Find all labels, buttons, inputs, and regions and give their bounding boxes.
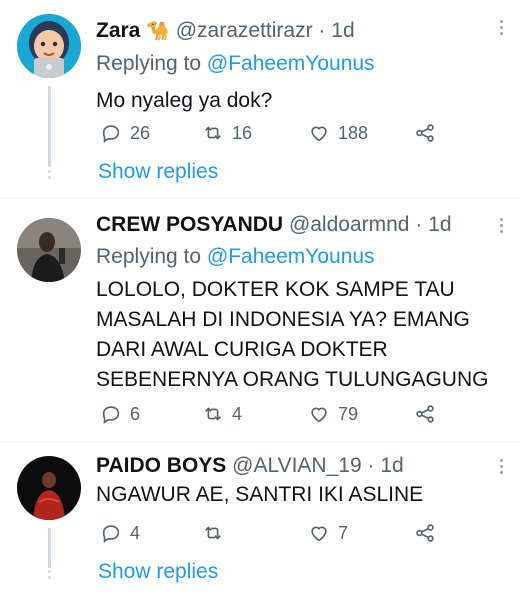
tweet-text: Mo nyaleg ya dok?: [96, 86, 496, 116]
retweet-button[interactable]: 4: [202, 399, 242, 429]
thread-line: [48, 86, 51, 166]
tweet-crew-posyandu[interactable]: CREW POSYANDU @aldoarmnd · 1d Replying t…: [0, 199, 520, 439]
tweet-header: Zara 🐪 @zarazettirazr · 1d: [96, 18, 355, 45]
share-icon: [416, 405, 434, 423]
share-icon: [416, 124, 434, 142]
reply-button[interactable]: 4: [100, 518, 140, 548]
avatar[interactable]: [17, 14, 81, 78]
retweet-button[interactable]: 16: [202, 118, 252, 148]
timestamp[interactable]: 1d: [428, 213, 451, 236]
replying-prefix: Replying to: [96, 245, 202, 268]
reply-button[interactable]: 26: [100, 118, 150, 148]
tweet-zara[interactable]: Zara 🐪 @zarazettirazr · 1d Replying to @…: [0, 0, 520, 196]
tweet-text-line: MASALAH DI INDONESIA YA? EMANG: [96, 308, 470, 331]
replying-to: Replying to @FaheemYounus: [96, 50, 375, 78]
replying-to-handle[interactable]: @FaheemYounus: [207, 52, 375, 75]
tweet-actions: 6 4 79: [96, 399, 456, 429]
more-icon[interactable]: [494, 20, 508, 38]
display-name[interactable]: CREW POSYANDU: [96, 213, 283, 236]
timestamp[interactable]: 1d: [331, 19, 354, 42]
like-icon: [311, 126, 327, 142]
avatar[interactable]: [17, 456, 81, 520]
like-count: 79: [338, 403, 359, 424]
tweet-paido-boys[interactable]: PAIDO BOYS @ALVIAN_19 · 1d NGAWUR AE, SA…: [0, 442, 520, 600]
retweet-icon: [205, 126, 221, 140]
separator: ·: [318, 19, 326, 42]
retweet-count: 16: [232, 122, 253, 143]
retweet-icon: [205, 407, 221, 421]
like-button[interactable]: 79: [308, 399, 358, 429]
share-button[interactable]: [414, 399, 444, 429]
tweet-text: LOLOLO, DOKTER KOK SAMPE TAU MASALAH DI …: [96, 275, 496, 395]
timestamp[interactable]: 1d: [380, 454, 403, 477]
retweet-count: 4: [232, 403, 243, 424]
display-name[interactable]: PAIDO BOYS: [96, 454, 226, 477]
tweet-header: PAIDO BOYS @ALVIAN_19 · 1d: [96, 453, 404, 479]
reply-icon: [102, 125, 120, 143]
share-button[interactable]: [414, 518, 444, 548]
like-count: 7: [338, 522, 349, 543]
tweet-text-line: DARI AWAL CURIGA DOKTER: [96, 338, 388, 361]
replying-prefix: Replying to: [96, 52, 202, 75]
tweet-actions: 26 16 188: [96, 118, 456, 148]
reply-icon: [102, 525, 120, 543]
like-icon: [311, 407, 327, 423]
handle[interactable]: @aldoarmnd: [289, 213, 410, 236]
reply-button[interactable]: 6: [100, 399, 140, 429]
like-button[interactable]: 7: [308, 518, 348, 548]
like-button[interactable]: 188: [308, 118, 368, 148]
show-replies-link[interactable]: Show replies: [98, 160, 218, 184]
like-count: 188: [338, 122, 369, 143]
reply-count: 6: [130, 403, 141, 424]
handle[interactable]: @zarazettirazr: [176, 19, 313, 42]
more-icon[interactable]: [494, 218, 508, 236]
tweet-actions: 4 7: [96, 518, 456, 548]
share-button[interactable]: [414, 118, 444, 148]
handle[interactable]: @ALVIAN_19: [232, 454, 362, 477]
retweet-icon: [205, 526, 221, 540]
avatar[interactable]: [17, 218, 81, 282]
tweet-text: NGAWUR AE, SANTRI IKI ASLINE: [96, 480, 496, 510]
display-name[interactable]: Zara: [96, 19, 140, 42]
like-icon: [311, 526, 327, 542]
user-photo-avatar-icon: [17, 218, 81, 282]
tweet-text-line: Mo nyaleg ya dok?: [96, 89, 273, 112]
separator: ·: [367, 454, 375, 477]
camel-emoji-icon: 🐪: [146, 21, 170, 42]
thread-dots: [46, 564, 52, 582]
thread-line: [48, 528, 51, 568]
memoji-avatar-icon: [17, 14, 81, 78]
retweet-button[interactable]: [202, 518, 232, 548]
separator: ·: [415, 213, 423, 236]
reply-count: 26: [130, 122, 151, 143]
reply-count: 4: [130, 522, 141, 543]
tweet-text-line: NGAWUR AE, SANTRI IKI ASLINE: [96, 483, 424, 506]
user-photo-avatar-icon: [17, 456, 81, 520]
tweet-text-line: LOLOLO, DOKTER KOK SAMPE TAU: [96, 278, 455, 301]
replying-to-handle[interactable]: @FaheemYounus: [207, 245, 375, 268]
more-icon[interactable]: [494, 459, 508, 477]
show-replies-link[interactable]: Show replies: [98, 560, 218, 584]
thread-dots: [46, 164, 52, 182]
share-icon: [416, 524, 434, 542]
reply-icon: [102, 406, 120, 424]
tweet-header: CREW POSYANDU @aldoarmnd · 1d: [96, 212, 452, 238]
replying-to: Replying to @FaheemYounus: [96, 243, 375, 271]
tweet-text-line: SEBENERNYA ORANG TULUNGAGUNG: [96, 368, 489, 391]
